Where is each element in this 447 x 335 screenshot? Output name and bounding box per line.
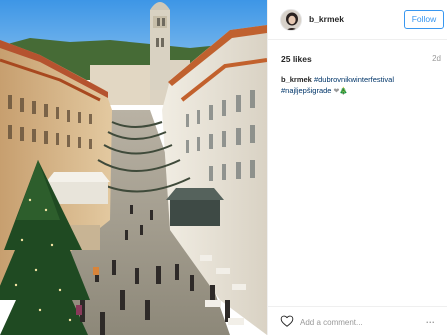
header-username-link[interactable]: b_krmek	[309, 14, 344, 24]
photo-stradun-christmas	[0, 0, 267, 335]
likes-count[interactable]: 25 likes	[281, 54, 312, 64]
follow-button[interactable]: Follow	[404, 10, 444, 29]
heart-icon[interactable]	[280, 314, 294, 328]
caption-username-link[interactable]: b_krmek	[281, 75, 312, 84]
comment-bar: ...	[268, 306, 447, 335]
hashtag-link-najljepsigrade[interactable]: #najljepšigrade	[281, 86, 331, 95]
post-date[interactable]: 2d	[432, 54, 441, 63]
comment-input[interactable]	[300, 315, 418, 329]
caption-emoji: ❤🎄	[333, 87, 349, 95]
post-caption: b_krmek #dubrovnikwinterfestival #najlje…	[281, 74, 441, 97]
post-details-panel: b_krmek Follow 25 likes 2d b_krmek #dubr…	[267, 0, 447, 335]
avatar-icon[interactable]	[280, 9, 302, 31]
post-header: b_krmek Follow	[268, 0, 447, 40]
post-photo[interactable]	[0, 0, 267, 335]
hashtag-link-dubrovnikwinterfestival[interactable]: #dubrovnikwinterfestival	[314, 75, 394, 84]
more-options-icon[interactable]: ...	[426, 315, 435, 325]
